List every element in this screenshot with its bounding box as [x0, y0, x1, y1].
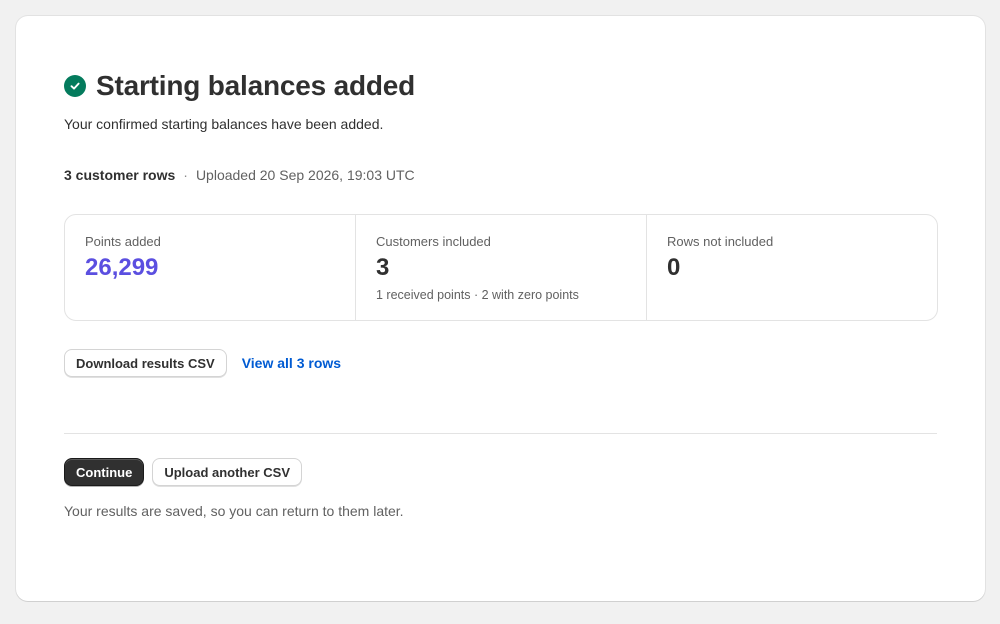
results-actions: Download results CSV View all 3 rows: [64, 349, 341, 377]
stat-label: Customers included: [376, 234, 491, 249]
check-circle-icon: [64, 75, 86, 97]
stat-customers-included: Customers included 3 1 received points ·…: [356, 215, 647, 320]
upload-timestamp: Uploaded 20 Sep 2026, 19:03 UTC: [195, 167, 415, 183]
stat-value: 0: [667, 254, 681, 281]
stats-panel: Points added 26,299 Customers included 3…: [64, 214, 938, 321]
title-row: Starting balances added: [64, 70, 415, 102]
page-subtitle: Your confirmed starting balances have be…: [64, 116, 384, 132]
upload-meta: 3 customer rows · Uploaded 20 Sep 2026, …: [64, 167, 415, 183]
saved-note: Your results are saved, so you can retur…: [64, 503, 404, 519]
view-all-rows-link[interactable]: View all 3 rows: [242, 355, 341, 371]
stat-rows-not-included: Rows not included 0: [647, 215, 937, 320]
upload-another-button[interactable]: Upload another CSV: [152, 458, 303, 486]
divider: [64, 433, 937, 434]
download-results-button[interactable]: Download results CSV: [64, 349, 227, 377]
stat-label: Points added: [85, 234, 161, 249]
footer-actions: Continue Upload another CSV: [64, 458, 303, 486]
row-count: 3 customer rows: [64, 167, 176, 183]
stat-value: 26,299: [85, 254, 159, 281]
page-title: Starting balances added: [96, 70, 416, 101]
stat-points-added: Points added 26,299: [65, 215, 356, 320]
results-card: Starting balances added Your confirmed s…: [16, 16, 985, 601]
continue-button[interactable]: Continue: [64, 458, 145, 486]
stat-value: 3: [376, 254, 390, 281]
meta-separator: ·: [183, 167, 188, 183]
stat-breakdown: 1 received points · 2 with zero points: [376, 288, 579, 302]
stat-label: Rows not included: [667, 234, 774, 249]
